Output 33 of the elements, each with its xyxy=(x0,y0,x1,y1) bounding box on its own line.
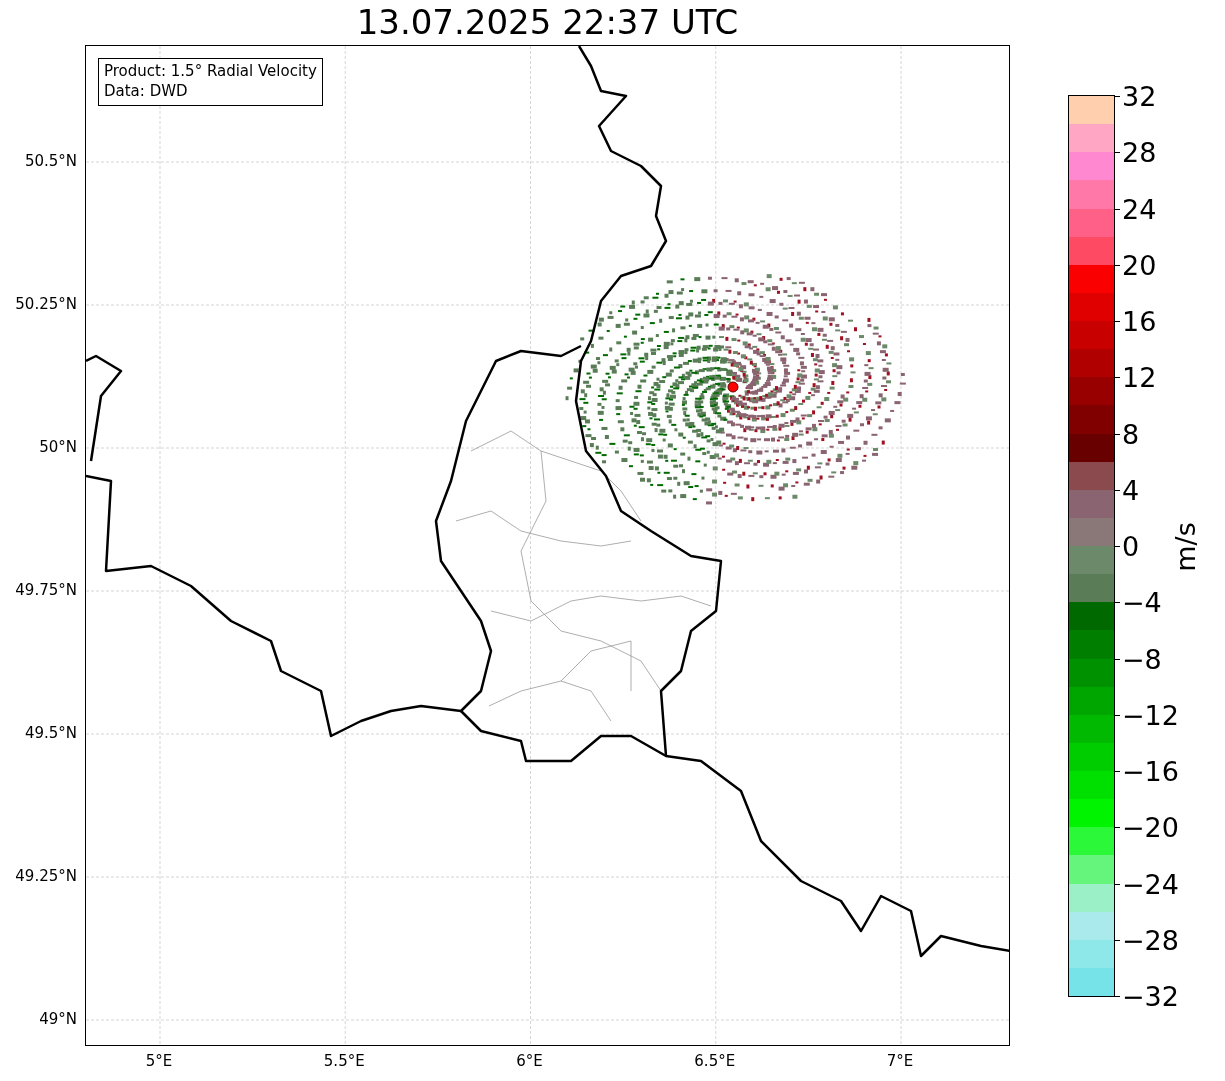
legend-text: Data: DWD xyxy=(104,81,189,101)
axis-tick-label: 50.25°N xyxy=(15,295,77,313)
axis-tick-label: 7°E xyxy=(886,1052,914,1070)
axis-tick-label: 50.5°N xyxy=(24,152,77,170)
color-bar-tick-label: −8 xyxy=(1122,643,1162,674)
color-bar-label: m/s xyxy=(1169,522,1201,572)
color-bar-tick-label: 28 xyxy=(1122,136,1157,168)
color-bar-tick-label: 12 xyxy=(1122,361,1157,393)
color-bar-tick-label: −24 xyxy=(1122,868,1179,899)
chart-title: 13.07.2025 22:37 UTC xyxy=(356,2,739,42)
color-bar-tick-label: −4 xyxy=(1122,586,1162,618)
color-bar-tick-label: 4 xyxy=(1122,474,1140,506)
color-bar-tick-label: −32 xyxy=(1122,980,1179,1012)
axis-tick-label: 49.5°N xyxy=(24,724,77,742)
color-bar-tick-label: −28 xyxy=(1122,924,1179,956)
color-bar-tick-label: −12 xyxy=(1122,699,1179,731)
legend-text: Product: 1.5° Radial Velocity xyxy=(104,61,317,81)
color-bar-tick-label: 16 xyxy=(1122,305,1157,337)
axis-tick-label: 5.5°E xyxy=(323,1052,365,1070)
axis-tick-label: 49.25°N xyxy=(15,867,77,885)
color-bar-tick-label: 8 xyxy=(1122,418,1140,449)
axis-tick-label: 49°N xyxy=(39,1010,77,1028)
color-bar-tick-label: 20 xyxy=(1122,249,1157,281)
color-bar-tick-label: 32 xyxy=(1122,80,1157,112)
axis-tick-label: 6°E xyxy=(516,1052,543,1070)
color-bar-tick-label: −16 xyxy=(1122,755,1179,787)
axis-tick-label: 50°N xyxy=(39,438,77,456)
color-bar-tick-label: 0 xyxy=(1122,530,1140,562)
axis-tick-label: 49.75°N xyxy=(15,581,77,599)
color-bar-tick-label: −20 xyxy=(1122,811,1179,843)
axis-tick-label: 5°E xyxy=(145,1052,173,1070)
axis-tick-label: 6.5°E xyxy=(694,1052,736,1070)
color-bar-tick-label: 24 xyxy=(1122,193,1157,224)
